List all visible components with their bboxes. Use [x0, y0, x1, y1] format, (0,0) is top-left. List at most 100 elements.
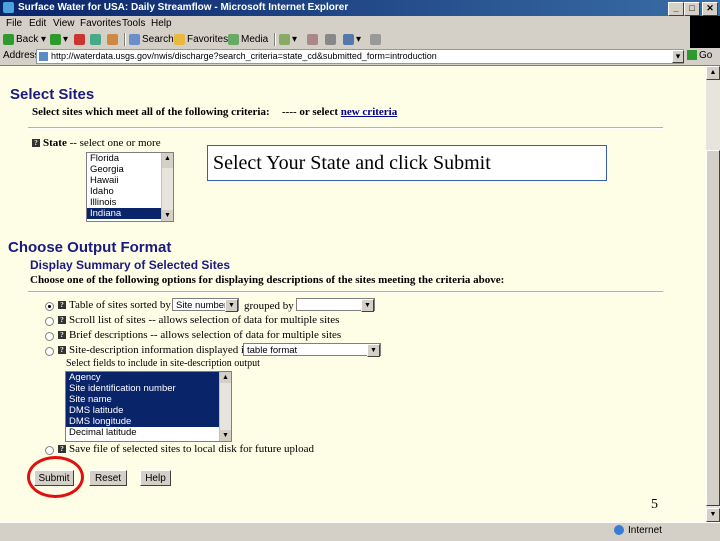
- help-icon[interactable]: ?: [58, 316, 66, 325]
- title-bar: Surface Water for USA: Daily Streamflow …: [0, 0, 720, 16]
- scroll-thumb[interactable]: [162, 164, 173, 168]
- radio-site-description[interactable]: [45, 347, 54, 356]
- radio-brief-descriptions[interactable]: [45, 332, 54, 341]
- option-site-description-label: ? Site-description information displayed …: [58, 344, 250, 356]
- refresh-icon: [90, 33, 101, 45]
- field-option[interactable]: Decimal latitude: [66, 427, 231, 438]
- close-button[interactable]: ✕: [702, 2, 718, 16]
- option2-text: Scroll list of sites -- allows selection…: [69, 314, 340, 326]
- state-hint: -- select one or more: [69, 137, 161, 149]
- reset-button[interactable]: Reset: [89, 470, 127, 486]
- scroll-down-icon[interactable]: ▼: [162, 210, 173, 221]
- maximize-button[interactable]: □: [684, 2, 700, 16]
- scroll-down-icon[interactable]: ▼: [706, 508, 720, 522]
- option5-text: Save file of selected sites to local dis…: [69, 443, 314, 455]
- state-listbox[interactable]: Florida Georgia Hawaii Idaho Illinois Indiana…: [86, 152, 174, 222]
- radio-scroll-list[interactable]: [45, 317, 54, 326]
- print-icon: [325, 33, 336, 45]
- stop-button[interactable]: [74, 33, 87, 46]
- scroll-thumb[interactable]: [706, 150, 720, 506]
- page-scrollbar[interactable]: ▲ ▼: [706, 66, 720, 522]
- media-button[interactable]: Media: [228, 33, 268, 46]
- back-button[interactable]: Back ▾: [3, 33, 46, 46]
- go-arrow-icon: [687, 50, 697, 61]
- chevron-down-icon: ▼: [361, 299, 374, 312]
- zone-label: Internet: [628, 525, 662, 536]
- scroll-down-icon[interactable]: ▼: [220, 430, 231, 441]
- minimize-button[interactable]: _: [668, 2, 684, 16]
- address-dropdown[interactable]: ▾: [672, 50, 684, 63]
- media-icon: [228, 33, 239, 45]
- scroll-up-icon[interactable]: ▲: [706, 66, 720, 80]
- fields-listbox-scrollbar[interactable]: ▲ ▼: [219, 372, 231, 441]
- scroll-up-icon[interactable]: ▲: [162, 153, 173, 164]
- menu-edit[interactable]: Edit: [29, 17, 46, 30]
- toolbar-separator: [124, 33, 126, 46]
- sort-by-value: Site number: [176, 300, 228, 311]
- divider: [28, 127, 663, 129]
- favorites-icon: [174, 33, 185, 45]
- menu-file[interactable]: File: [6, 17, 22, 30]
- menu-help[interactable]: Help: [151, 17, 172, 30]
- state-row: ? State -- select one or more: [32, 137, 161, 149]
- state-listbox-scrollbar[interactable]: ▲ ▼: [161, 153, 173, 221]
- print-button[interactable]: [325, 33, 338, 46]
- option3-text: Brief descriptions -- allows selection o…: [69, 329, 342, 341]
- go-button[interactable]: Go: [687, 50, 712, 61]
- field-option[interactable]: DMS latitude: [66, 405, 231, 416]
- menu-tools[interactable]: Tools: [122, 17, 145, 30]
- stop-icon: [74, 33, 85, 45]
- address-label: Address: [3, 50, 40, 61]
- help-icon[interactable]: ?: [58, 346, 66, 355]
- media-label: Media: [241, 34, 269, 45]
- chevron-down-icon: ▼: [367, 344, 380, 357]
- or-text: ---- or select: [282, 106, 338, 118]
- option-table-label: ? Table of sites sorted by: [58, 299, 171, 311]
- address-bar: Address http://waterdata.usgs.gov/nwis/d…: [0, 48, 720, 66]
- field-option[interactable]: Site name: [66, 394, 231, 405]
- fields-listbox[interactable]: Agency Site identification number Site nam…: [65, 371, 232, 442]
- or-select-text: ---- or select new criteria: [282, 106, 397, 118]
- help-icon[interactable]: ?: [58, 301, 66, 310]
- discuss-icon: [370, 33, 381, 45]
- edit-button[interactable]: ▾: [343, 33, 361, 46]
- refresh-button[interactable]: [90, 33, 103, 46]
- menu-favorites[interactable]: Favorites: [80, 17, 121, 30]
- help-icon[interactable]: ?: [58, 445, 66, 454]
- field-option[interactable]: Site identification number: [66, 383, 231, 394]
- search-label: Search: [142, 34, 174, 45]
- history-icon: [279, 33, 290, 45]
- search-button[interactable]: Search: [129, 33, 174, 46]
- scroll-up-icon[interactable]: ▲: [220, 372, 231, 383]
- new-criteria-link[interactable]: new criteria: [341, 106, 398, 118]
- home-button[interactable]: [107, 33, 120, 46]
- radio-save-file[interactable]: [45, 446, 54, 455]
- back-label: Back: [16, 34, 39, 45]
- radio-table-of-sites[interactable]: [45, 302, 54, 311]
- output-format-heading: Choose Output Format: [8, 239, 172, 256]
- favorites-button[interactable]: Favorites: [174, 33, 228, 46]
- grouped-by-select[interactable]: ▼: [296, 298, 375, 312]
- toolbar-separator: [274, 33, 276, 46]
- menu-view[interactable]: View: [53, 17, 75, 30]
- globe-icon: [614, 525, 624, 536]
- status-bar: Internet: [0, 522, 720, 541]
- help-icon[interactable]: ?: [58, 331, 66, 340]
- help-button[interactable]: Help: [140, 470, 171, 486]
- mail-button[interactable]: [307, 33, 320, 46]
- forward-button[interactable]: ▾: [50, 33, 68, 46]
- help-icon[interactable]: ?: [32, 139, 40, 148]
- address-url: http://waterdata.usgs.gov/nwis/discharge…: [51, 51, 437, 61]
- forward-arrow-icon: [50, 33, 61, 45]
- address-input[interactable]: http://waterdata.usgs.gov/nwis/discharge…: [36, 49, 684, 64]
- discuss-button[interactable]: [370, 33, 383, 46]
- ie-icon: [3, 2, 14, 13]
- field-option[interactable]: Agency: [66, 372, 231, 383]
- display-summary-heading: Display Summary of Selected Sites: [30, 258, 231, 272]
- instruction-callout: Select Your State and click Submit: [207, 145, 607, 181]
- sort-by-select[interactable]: Site number ▼: [172, 298, 239, 312]
- window-title: Surface Water for USA: Daily Streamflow …: [18, 2, 349, 13]
- history-button[interactable]: ▾: [279, 33, 297, 46]
- display-format-select[interactable]: table format ▼: [243, 343, 381, 357]
- field-option[interactable]: DMS longitude: [66, 416, 231, 427]
